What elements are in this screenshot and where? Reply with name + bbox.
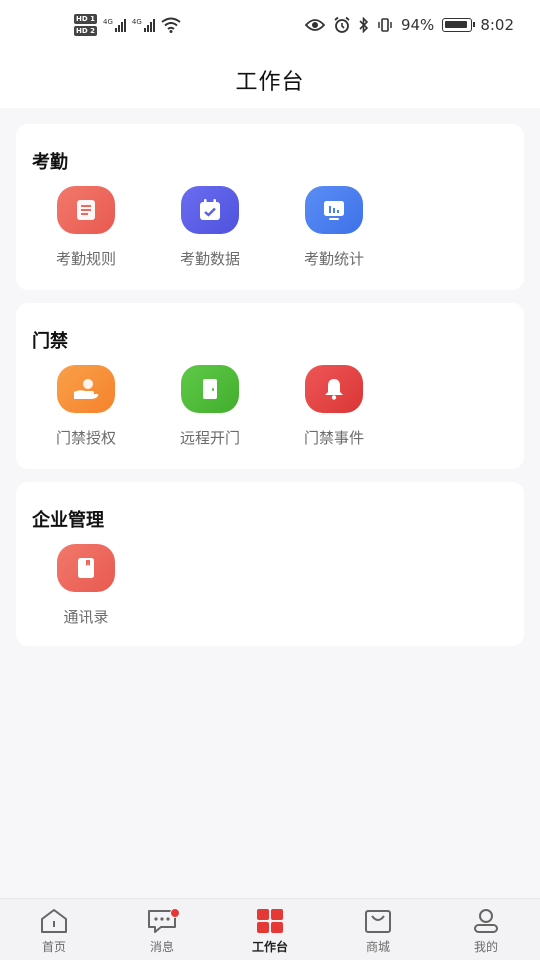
access-control-card: 门禁 门禁授权 远程开门 门禁事件 <box>16 303 524 469</box>
remote-door-open-label: 远程开门 <box>179 429 240 447</box>
contact-book-icon <box>57 544 115 592</box>
contacts-label: 通讯录 <box>63 608 109 626</box>
nav-workbench-label: 工作台 <box>251 940 288 954</box>
page-header: 工作台 <box>0 52 540 108</box>
attendance-data-label: 考勤数据 <box>179 250 240 268</box>
nav-profile-label: 我的 <box>473 940 498 954</box>
remote-door-open-tile[interactable]: 远程开门 <box>160 365 260 448</box>
nav-home[interactable]: 首页 <box>0 899 108 960</box>
signal-2-icon: 4G <box>132 18 155 32</box>
attendance-card: 考勤 考勤规则 考勤数据 考勤统计 <box>16 124 524 290</box>
attendance-rules-label: 考勤规则 <box>55 250 116 268</box>
enterprise-management-card: 企业管理 通讯录 <box>16 482 524 646</box>
network-type-1: 4G <box>102 18 113 26</box>
access-authorization-label: 门禁授权 <box>55 429 116 447</box>
hand-card-icon <box>57 365 115 413</box>
access-events-label: 门禁事件 <box>303 429 364 447</box>
sim-indicators: HD 1 HD 2 <box>74 14 97 36</box>
nav-mall[interactable]: 商城 <box>324 899 432 960</box>
alarm-icon <box>334 16 350 33</box>
document-icon <box>57 186 115 234</box>
sim2-hd-badge: HD 2 <box>74 26 97 36</box>
bottom-navigation: 首页 消息 工作台 商城 我的 <box>0 898 540 960</box>
attendance-rules-tile[interactable]: 考勤规则 <box>36 186 136 269</box>
bell-icon <box>305 365 363 413</box>
attendance-data-tile[interactable]: 考勤数据 <box>160 186 260 269</box>
door-icon <box>181 365 239 413</box>
contacts-tile[interactable]: 通讯录 <box>36 544 136 627</box>
attendance-stats-tile[interactable]: 考勤统计 <box>284 186 384 269</box>
battery-icon <box>442 18 476 32</box>
status-bar-right: 94% 8:02 <box>304 16 514 34</box>
battery-percentage: 94% <box>400 16 435 34</box>
calendar-check-icon <box>181 186 239 234</box>
user-icon <box>474 909 498 933</box>
access-events-tile[interactable]: 门禁事件 <box>284 365 384 448</box>
home-icon <box>41 909 67 933</box>
eye-icon <box>304 19 325 31</box>
status-bar: HD 1 HD 2 4G 4G 94% 8:02 <box>0 0 540 52</box>
network-type-2: 4G <box>131 18 142 26</box>
attendance-section-title: 考勤 <box>32 152 68 173</box>
page-title: 工作台 <box>235 70 305 95</box>
clock-time: 8:02 <box>480 16 514 34</box>
sim1-hd-badge: HD 1 <box>74 14 97 24</box>
nav-home-label: 首页 <box>41 940 66 954</box>
enterprise-management-section-title: 企业管理 <box>32 510 104 531</box>
access-authorization-tile[interactable]: 门禁授权 <box>36 365 136 448</box>
shopping-bag-icon <box>365 910 391 933</box>
nav-messages[interactable]: 消息 <box>108 899 216 960</box>
unread-badge <box>170 908 180 918</box>
nav-mall-label: 商城 <box>365 940 390 954</box>
bluetooth-icon <box>359 17 369 33</box>
nav-profile[interactable]: 我的 <box>432 899 540 960</box>
vibrate-icon <box>378 18 392 32</box>
bar-chart-icon <box>305 186 363 234</box>
status-bar-left: HD 1 HD 2 4G 4G <box>74 14 181 36</box>
attendance-stats-label: 考勤统计 <box>303 250 364 268</box>
wifi-icon <box>161 17 181 33</box>
nav-messages-label: 消息 <box>149 940 174 954</box>
access-control-section-title: 门禁 <box>32 331 68 352</box>
grid-icon <box>257 909 283 933</box>
signal-1-icon: 4G <box>103 18 126 32</box>
nav-workbench[interactable]: 工作台 <box>216 899 324 960</box>
